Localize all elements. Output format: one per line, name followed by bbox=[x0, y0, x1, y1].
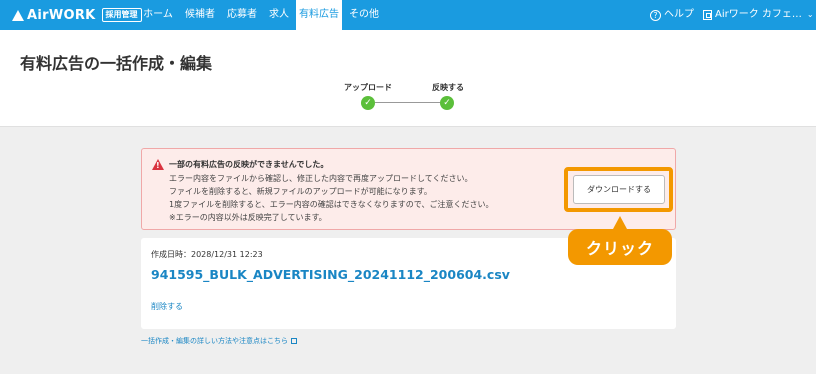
tab-paid-ads[interactable]: 有料広告 bbox=[296, 0, 342, 30]
external-link-icon bbox=[291, 338, 297, 344]
delete-link[interactable]: 削除する bbox=[151, 301, 183, 312]
tab-other[interactable]: その他 bbox=[344, 0, 384, 30]
step-connector bbox=[375, 102, 447, 103]
page-title: 有料広告の一括作成・編集 bbox=[20, 54, 213, 73]
alert-line: ※エラーの内容以外は反映完了しています。 bbox=[169, 213, 327, 222]
help-label: ヘルプ bbox=[664, 9, 694, 20]
alert-line: 1度ファイルを削除すると、エラー内容の確認はできなくなりますので、ご注意ください… bbox=[169, 200, 494, 209]
alert-line: エラー内容をファイルから確認し、修正した内容で再度アップロードしてください。 bbox=[169, 174, 473, 183]
check-icon: ✓ bbox=[440, 96, 454, 110]
logo-mark-icon bbox=[12, 9, 24, 21]
help-icon: ? bbox=[650, 9, 661, 21]
download-button[interactable]: ダウンロードする bbox=[573, 175, 665, 204]
warning-icon: ! bbox=[152, 159, 164, 170]
page-header: 有料広告の一括作成・編集 アップロード 反映する ✓ ✓ bbox=[0, 30, 816, 127]
account-label: Airワーク カフェ… bbox=[715, 9, 802, 20]
stepper: アップロード 反映する ✓ ✓ bbox=[340, 82, 470, 112]
alert-line: ファイルを削除すると、新規ファイルのアップロードが可能になります。 bbox=[169, 187, 432, 196]
tab-jobs[interactable]: 求人 bbox=[264, 0, 294, 30]
help-link[interactable]: ? ヘルプ bbox=[650, 0, 694, 30]
file-name: 941595_BULK_ADVERTISING_20241112_200604.… bbox=[151, 267, 510, 282]
callout-tail bbox=[613, 216, 627, 229]
click-callout: クリック bbox=[568, 229, 672, 265]
step-label-upload: アップロード bbox=[344, 83, 392, 92]
tab-candidates[interactable]: 候補者 bbox=[180, 0, 220, 30]
created-datetime: 作成日時：2028/12/31 12:23 bbox=[151, 250, 263, 259]
tab-applicants[interactable]: 応募者 bbox=[222, 0, 262, 30]
building-icon bbox=[703, 10, 712, 20]
top-nav: AirWORK 採用管理 ホーム 候補者 応募者 求人 有料広告 その他 ? ヘ… bbox=[0, 0, 816, 30]
logo-badge: 採用管理 bbox=[101, 8, 142, 22]
alert-title: 一部の有料広告の反映ができませんでした。 bbox=[169, 160, 329, 169]
tab-home[interactable]: ホーム bbox=[138, 0, 178, 30]
account-menu[interactable]: Airワーク カフェ… ⌄ bbox=[703, 0, 814, 30]
step-label-apply: 反映する bbox=[432, 83, 464, 92]
check-icon: ✓ bbox=[361, 96, 375, 110]
chevron-down-icon: ⌄ bbox=[806, 10, 814, 19]
help-guide-label: 一括作成・編集の詳しい方法や注意点はこちら bbox=[141, 337, 288, 345]
logo[interactable]: AirWORK 採用管理 bbox=[12, 6, 142, 24]
help-guide-link[interactable]: 一括作成・編集の詳しい方法や注意点はこちら bbox=[141, 336, 297, 346]
logo-text: AirWORK bbox=[27, 7, 96, 23]
